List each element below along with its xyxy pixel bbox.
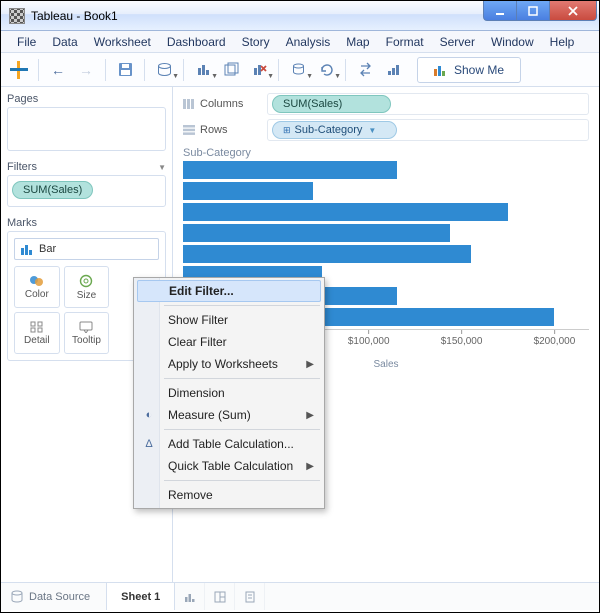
ctx-show-filter[interactable]: Show Filter [136, 309, 322, 331]
submenu-arrow-icon: ▶ [306, 359, 314, 370]
app-icon [9, 8, 25, 24]
columns-shelf[interactable]: SUM(Sales) [267, 93, 589, 115]
toolbar: ← → ▼ ▼ ▼ ▼ ▼ Show Me [1, 53, 599, 87]
rows-shelf[interactable]: ⊞ Sub-Category ▼ [267, 119, 589, 141]
chart-field-label: Sub-Category [183, 147, 589, 159]
menu-file[interactable]: File [9, 33, 44, 51]
datasource-icon [11, 590, 23, 604]
x-tick: $100,000 [348, 330, 390, 347]
duplicate-sheet-button[interactable] [219, 58, 243, 82]
submenu-arrow-icon: ▶ [306, 410, 314, 421]
sort-asc-button[interactable] [381, 58, 405, 82]
ctx-clear-filter[interactable]: Clear Filter [136, 331, 322, 353]
tooltip-icon [79, 321, 93, 333]
menu-format[interactable]: Format [378, 33, 432, 51]
back-button[interactable]: ← [46, 58, 70, 82]
clear-sheet-button[interactable]: ▼ [247, 58, 271, 82]
menu-dashboard[interactable]: Dashboard [159, 33, 234, 51]
sheet-tabs-bar: Data Source Sheet 1 [1, 582, 599, 610]
mark-type-dropdown[interactable]: Bar [14, 238, 159, 260]
pages-title: Pages [7, 93, 166, 105]
plus-icon: ⊞ [283, 125, 291, 136]
x-tick: $200,000 [534, 330, 576, 347]
marks-detail-button[interactable]: Detail [14, 312, 60, 354]
chart-bar[interactable] [183, 245, 471, 263]
menu-story[interactable]: Story [234, 33, 278, 51]
ctx-apply-to-worksheets[interactable]: Apply to Worksheets▶ [136, 353, 322, 375]
size-icon [79, 274, 93, 288]
menu-bar: File Data Worksheet Dashboard Story Anal… [1, 31, 599, 53]
sheet-tab-1[interactable]: Sheet 1 [107, 583, 175, 610]
minimize-button[interactable] [483, 1, 517, 21]
columns-icon [183, 99, 195, 109]
ctx-dimension[interactable]: Dimension [136, 382, 322, 404]
ctx-edit-filter[interactable]: Edit Filter... [137, 280, 321, 302]
detail-icon [30, 321, 44, 333]
menu-server[interactable]: Server [432, 33, 483, 51]
caret-icon: ▼ [158, 163, 166, 172]
swap-button[interactable] [353, 58, 377, 82]
rows-icon [183, 125, 195, 135]
chevron-down-icon: ▼ [368, 126, 376, 135]
new-story-button[interactable] [235, 583, 265, 610]
columns-shelf-label: Columns [183, 98, 259, 110]
close-button[interactable] [549, 1, 597, 21]
tableau-logo-icon[interactable] [7, 58, 31, 82]
filters-shelf[interactable]: SUM(Sales) [7, 175, 166, 207]
show-me-button[interactable]: Show Me [417, 57, 521, 83]
forward-button[interactable]: → [74, 58, 98, 82]
new-dashboard-button[interactable] [205, 583, 235, 610]
filter-pill-sum-sales[interactable]: SUM(Sales) [12, 181, 93, 199]
submenu-arrow-icon: ▶ [306, 461, 314, 472]
chart-bar[interactable] [183, 224, 450, 242]
marks-tooltip-button[interactable]: Tooltip [64, 312, 110, 354]
show-me-label: Show Me [454, 63, 504, 77]
ctx-add-table-calculation[interactable]: ΔAdd Table Calculation... [136, 433, 322, 455]
globe-icon: ◐ [142, 409, 156, 421]
chart-bar[interactable] [183, 161, 397, 179]
autoupdate-button[interactable]: ▼ [286, 58, 310, 82]
marks-size-button[interactable]: Size [64, 266, 110, 308]
rows-shelf-label: Rows [183, 124, 259, 136]
ctx-quick-table-calculation[interactable]: Quick Table Calculation▶ [136, 455, 322, 477]
menu-help[interactable]: Help [542, 33, 583, 51]
save-button[interactable] [113, 58, 137, 82]
new-sheet-button[interactable]: ▼ [191, 58, 215, 82]
chart-bar[interactable] [183, 203, 508, 221]
menu-analysis[interactable]: Analysis [278, 33, 339, 51]
x-tick: $150,000 [441, 330, 483, 347]
rows-pill-subcategory[interactable]: ⊞ Sub-Category ▼ [272, 121, 397, 139]
pages-shelf[interactable] [7, 107, 166, 151]
window-title: Tableau - Book1 [31, 9, 118, 23]
delta-icon: Δ [142, 438, 156, 450]
marks-title: Marks [7, 217, 166, 229]
ctx-measure-sum[interactable]: ◐Measure (Sum)▶ [136, 404, 322, 426]
color-icon [29, 275, 45, 287]
data-source-tab[interactable]: Data Source [1, 583, 107, 610]
marks-color-button[interactable]: Color [14, 266, 60, 308]
new-worksheet-button[interactable] [175, 583, 205, 610]
columns-pill-sum-sales[interactable]: SUM(Sales) [272, 95, 391, 113]
chart-bar[interactable] [183, 182, 313, 200]
refresh-button[interactable]: ▼ [314, 58, 338, 82]
datasource-button[interactable]: ▼ [152, 58, 176, 82]
context-menu: Edit Filter... Show FilterClear FilterApp… [133, 277, 325, 509]
ctx-remove[interactable]: Remove [136, 484, 322, 506]
menu-map[interactable]: Map [338, 33, 377, 51]
menu-window[interactable]: Window [483, 33, 542, 51]
menu-worksheet[interactable]: Worksheet [86, 33, 159, 51]
maximize-button[interactable] [516, 1, 550, 21]
filters-title: Filters▼ [7, 161, 166, 173]
bars-icon [434, 64, 448, 76]
bar-icon [21, 243, 33, 255]
menu-data[interactable]: Data [44, 33, 85, 51]
window-titlebar: Tableau - Book1 [1, 1, 599, 31]
